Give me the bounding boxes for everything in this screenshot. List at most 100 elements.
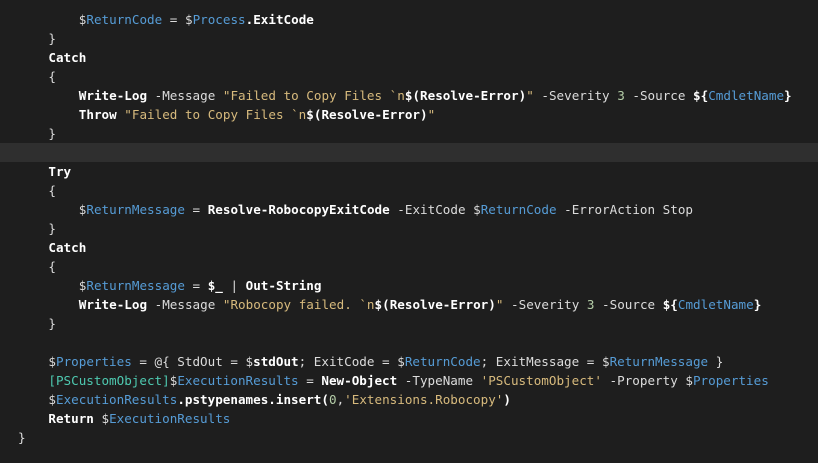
- code-token: $(Resolve-Error): [374, 297, 496, 312]
- code-token: -TypeName: [397, 373, 481, 388]
- code-token: 3: [617, 88, 625, 103]
- code-token: ExecutionResults: [109, 411, 231, 426]
- code-token: }: [708, 354, 724, 369]
- code-line[interactable]: [PSCustomObject] $ ExecutionResults = New-…: [0, 371, 818, 390]
- code-token: "Failed to Copy Files `n: [124, 107, 307, 122]
- code-token: $: [48, 354, 56, 369]
- code-token: Properties: [692, 373, 769, 388]
- code-token: $: [473, 202, 481, 217]
- code-token: CmdletName: [708, 88, 785, 103]
- code-editor[interactable]: $ReturnCode = $Process.ExitCode} Catch{Wr…: [0, 0, 818, 463]
- code-token: ReturnCode: [480, 202, 557, 217]
- code-token: }: [48, 221, 56, 236]
- code-token: ; ExitMessage =: [480, 354, 602, 369]
- code-token: Write-Log: [78, 88, 148, 103]
- code-token: ReturnMessage: [609, 354, 709, 369]
- code-token: }: [48, 31, 56, 46]
- code-token: -ExitCode: [389, 202, 474, 217]
- code-line[interactable]: $ExecutionResults.pstypenames.insert(0,'…: [0, 390, 818, 409]
- code-token: Write-Log: [78, 297, 148, 312]
- code-line[interactable]: }: [0, 219, 818, 238]
- code-line[interactable]: $ReturnMessage = $_ | Out-String: [0, 276, 818, 295]
- code-token: ${: [662, 297, 678, 312]
- code-line[interactable]: Catch: [0, 238, 818, 257]
- code-token: CmdletName: [677, 297, 754, 312]
- code-token: $: [48, 392, 56, 407]
- code-token: = @{ StdOut =: [131, 354, 246, 369]
- code-token: ReturnCode: [86, 12, 163, 27]
- code-token: $: [685, 373, 693, 388]
- code-line[interactable]: Write-Log -Message "Failed to Copy Files…: [0, 86, 818, 105]
- code-token: }: [784, 88, 792, 103]
- code-token: -Severity: [503, 297, 587, 312]
- code-token: 'Extensions.Robocopy': [344, 392, 504, 407]
- code-line[interactable]: Write-Log -Message "Robocopy failed. `n$…: [0, 295, 818, 314]
- code-token: =: [162, 12, 185, 27]
- code-token: }: [18, 430, 26, 445]
- code-line[interactable]: }: [0, 314, 818, 333]
- code-token: .pstypenames.insert(: [177, 392, 329, 407]
- code-token: [PSCustomObject]: [48, 373, 170, 388]
- code-line[interactable]: $ReturnCode = $Process.ExitCode: [0, 10, 818, 29]
- code-token: New-Object: [321, 373, 398, 388]
- code-token: -Source: [624, 88, 694, 103]
- code-token: Catch: [48, 50, 87, 65]
- code-token: {: [48, 183, 56, 198]
- code-token: $: [184, 12, 193, 27]
- code-token: ReturnMessage: [86, 278, 185, 293]
- code-token: |: [222, 278, 246, 293]
- code-token: "Failed to Copy Files `n: [222, 88, 405, 103]
- code-token: $(Resolve-Error): [306, 107, 428, 122]
- code-line[interactable]: Return $ExecutionResults: [0, 409, 818, 428]
- code-token: ; ExitCode =: [298, 354, 398, 369]
- code-token: =: [298, 373, 322, 388]
- code-token: $: [245, 354, 254, 369]
- code-token: Throw: [78, 107, 125, 122]
- code-token: $: [397, 354, 405, 369]
- code-token: -Source: [594, 297, 663, 312]
- code-token: 0: [328, 392, 337, 407]
- code-line[interactable]: Catch: [0, 48, 818, 67]
- current-line-highlight[interactable]: [0, 143, 818, 162]
- code-line[interactable]: {: [0, 181, 818, 200]
- code-token: Try: [48, 164, 72, 179]
- code-token: 'PSCustomObject': [480, 373, 602, 388]
- code-token: ExecutionResults: [177, 373, 299, 388]
- code-token: ReturnMessage: [86, 202, 185, 217]
- code-token: ReturnCode: [404, 354, 481, 369]
- code-token: {: [48, 69, 56, 84]
- code-token: ": [526, 88, 534, 103]
- code-token: Properties: [55, 354, 132, 369]
- code-token: ): [503, 392, 511, 407]
- code-token: stdOut: [253, 354, 299, 369]
- code-line[interactable]: $Properties = @{ StdOut = $stdOut; ExitC…: [0, 352, 818, 371]
- code-token: ${: [693, 88, 709, 103]
- code-line[interactable]: Try: [0, 162, 818, 181]
- code-line[interactable]: Throw "Failed to Copy Files `n$(Resolve-…: [0, 105, 818, 124]
- code-token: $(Resolve-Error): [404, 88, 527, 103]
- code-token: =: [184, 202, 208, 217]
- code-token: $: [101, 411, 110, 426]
- code-line[interactable]: $ ReturnMessage = Resolve-RobocopyExitCod…: [0, 200, 818, 219]
- code-line[interactable]: [0, 333, 818, 352]
- code-token: -Message: [147, 297, 223, 312]
- code-token: Resolve-RobocopyExitCode: [207, 202, 390, 217]
- code-line[interactable]: {: [0, 257, 818, 276]
- code-token: -Property: [601, 373, 686, 388]
- code-token: .ExitCode: [245, 12, 314, 27]
- code-token: Catch: [48, 240, 87, 255]
- code-token: }: [48, 316, 56, 331]
- code-token: $: [601, 354, 610, 369]
- code-token: -Message: [147, 88, 223, 103]
- code-token: {: [48, 259, 56, 274]
- code-line[interactable]: }: [0, 29, 818, 48]
- code-line[interactable]: }: [0, 428, 818, 447]
- code-line[interactable]: }: [0, 124, 818, 143]
- code-token: =: [184, 278, 208, 293]
- code-token: Process: [192, 12, 246, 27]
- code-token: }: [48, 126, 56, 141]
- code-token: "Robocopy failed. `n: [222, 297, 375, 312]
- code-line[interactable]: {: [0, 67, 818, 86]
- code-token: -Severity: [533, 88, 618, 103]
- code-token: Return: [48, 411, 102, 426]
